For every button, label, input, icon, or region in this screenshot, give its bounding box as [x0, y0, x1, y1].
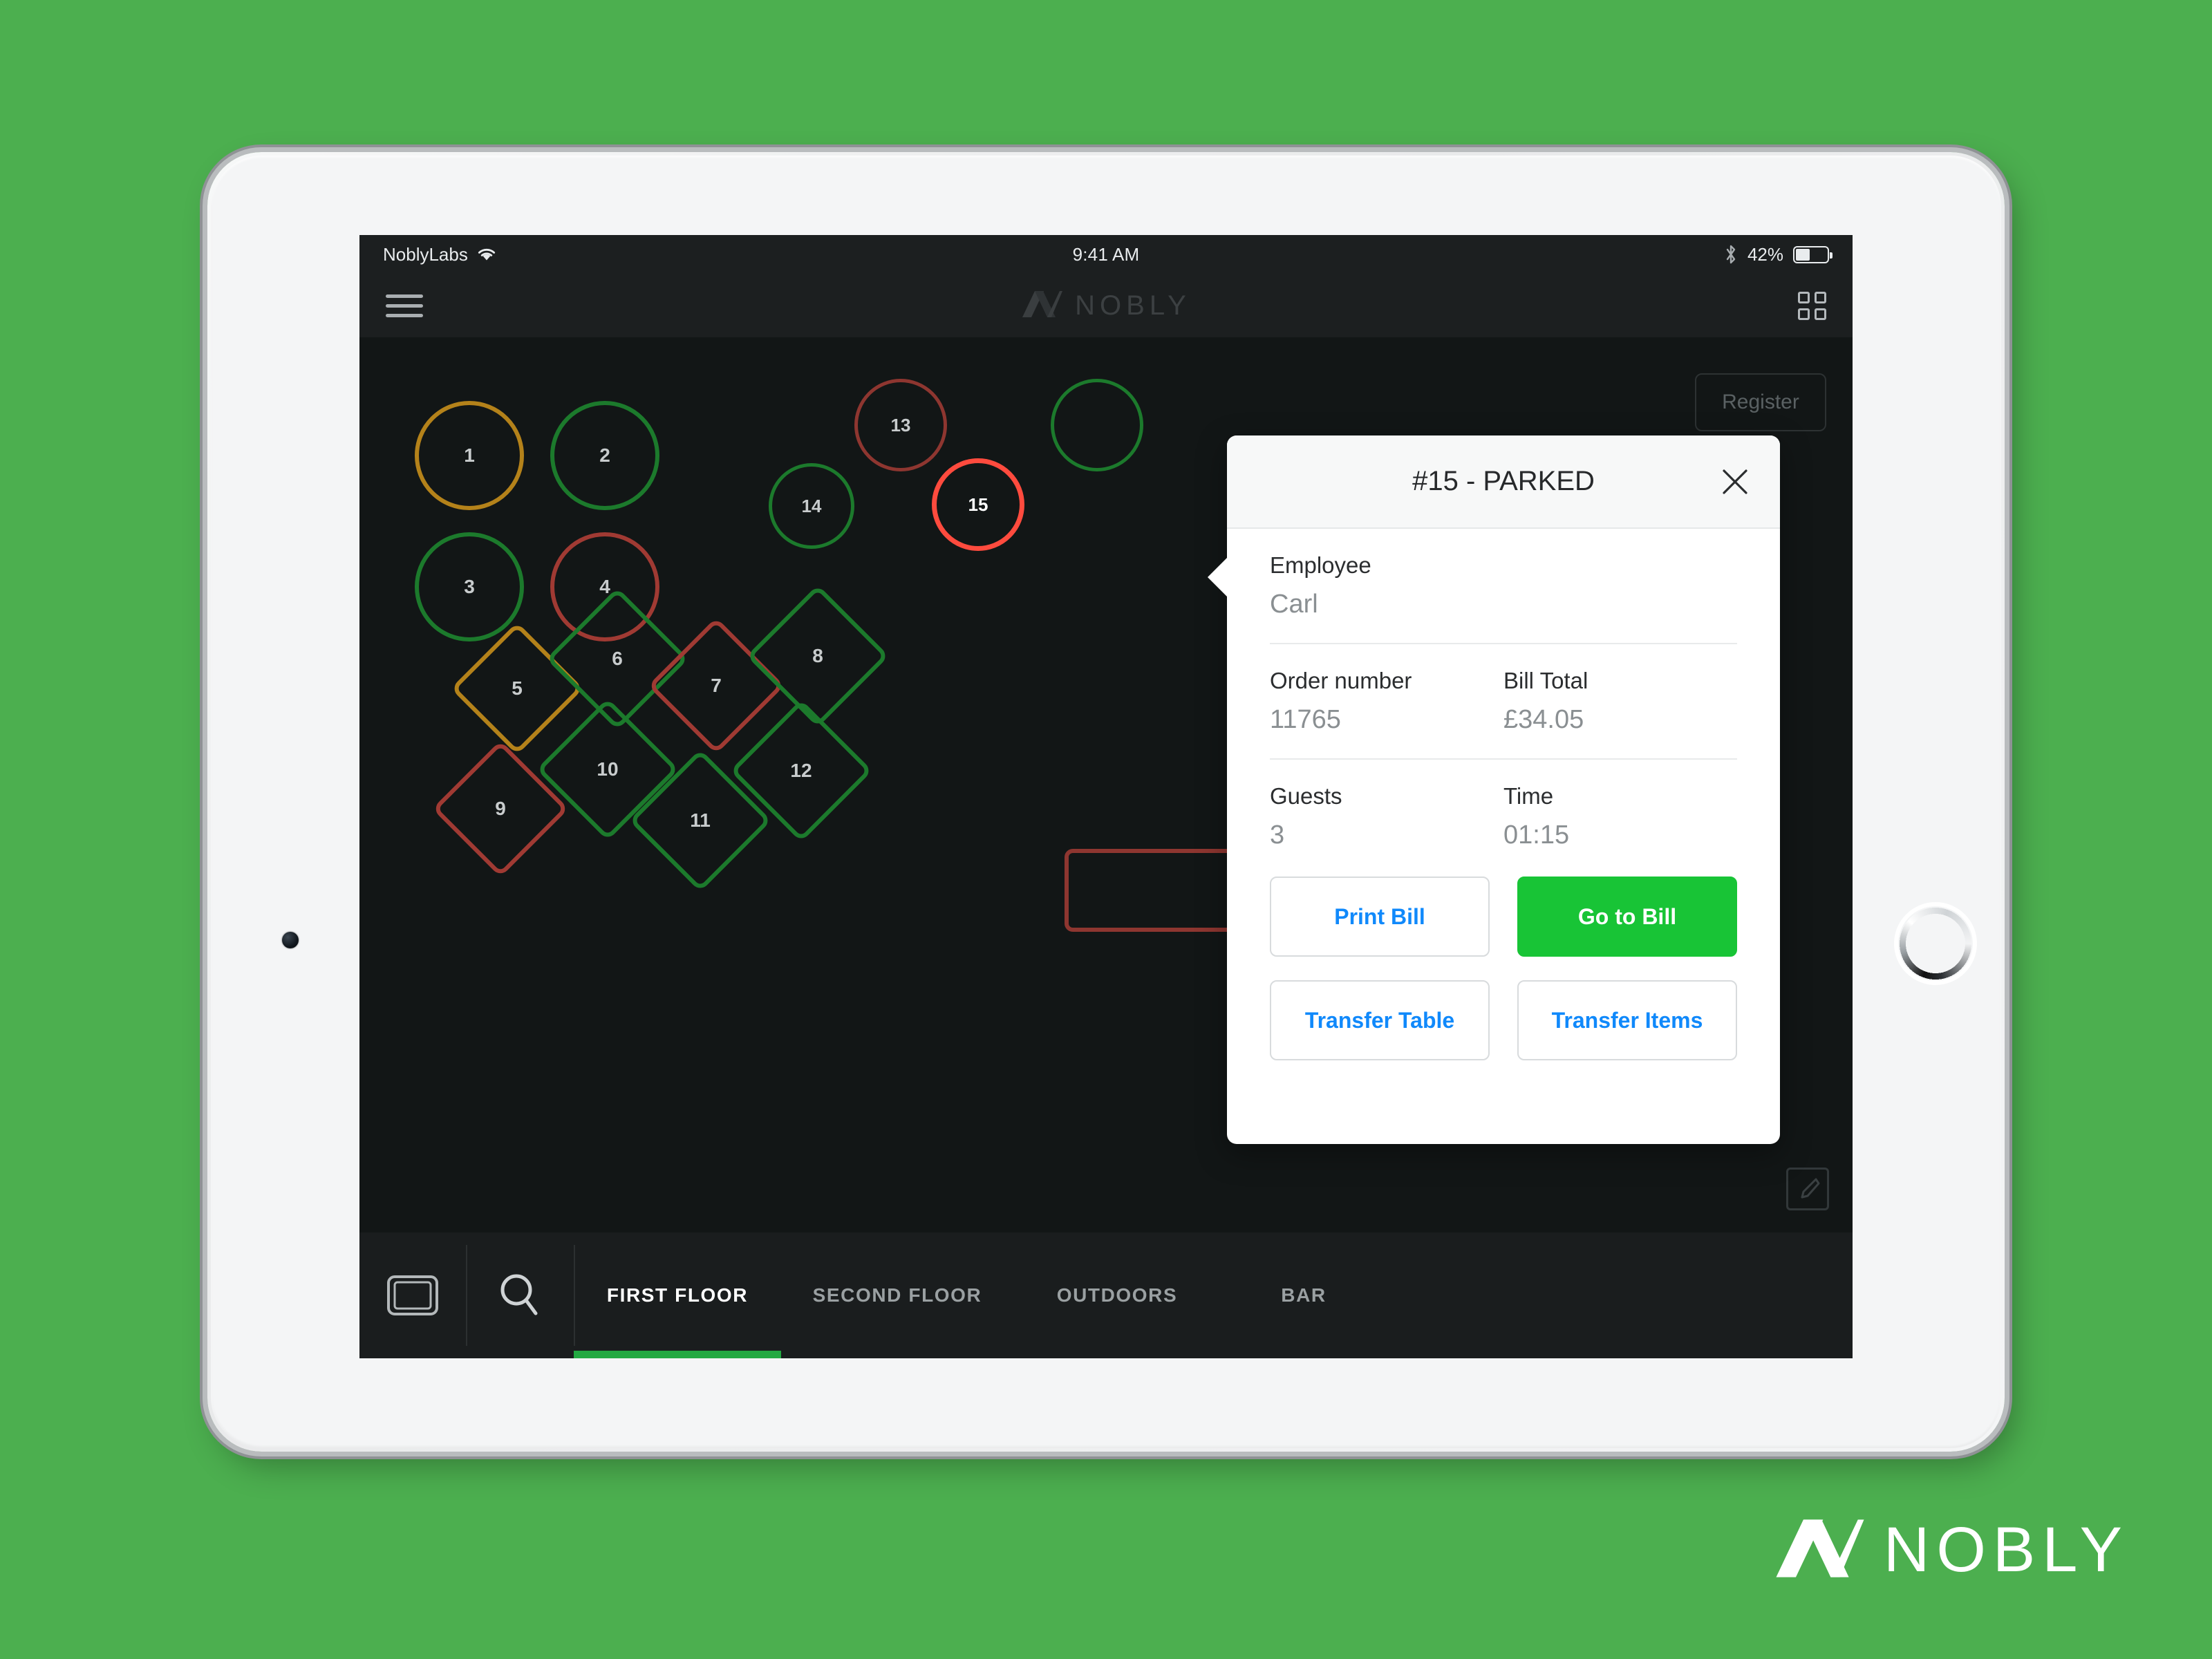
- nobly-mark-icon: [1773, 1517, 1867, 1584]
- table-14[interactable]: 14: [769, 463, 854, 549]
- tab-label: BAR: [1281, 1284, 1327, 1306]
- go-to-bill-button[interactable]: Go to Bill: [1517, 877, 1737, 957]
- bluetooth-icon: [1724, 244, 1738, 265]
- tablet-layout-icon[interactable]: [359, 1232, 466, 1358]
- bill-total-field: Bill Total £34.05: [1503, 668, 1737, 735]
- table-1[interactable]: 1: [415, 401, 524, 510]
- print-bill-button[interactable]: Print Bill: [1270, 877, 1490, 957]
- table-9[interactable]: 9: [432, 740, 569, 877]
- table-15[interactable]: 15: [932, 458, 1024, 551]
- time-value: 01:15: [1503, 821, 1570, 850]
- tab-first-floor[interactable]: FIRST FLOOR: [574, 1232, 781, 1358]
- employee-label: Employee: [1270, 552, 1371, 578]
- status-bar-right: 42%: [1724, 243, 1833, 265]
- table-label: 12: [790, 760, 812, 781]
- table-10[interactable]: 10: [536, 697, 679, 841]
- nobly-brand-footer: NOBLY: [1773, 1514, 2129, 1586]
- tab-label: SECOND FLOOR: [812, 1284, 982, 1306]
- table-11[interactable]: 11: [628, 749, 772, 892]
- table-16[interactable]: [1051, 379, 1143, 471]
- time-field: Time 01:15: [1503, 783, 1737, 850]
- popover-body: Employee Carl Order number 11765 Bill To…: [1227, 529, 1780, 874]
- table-label: 11: [690, 809, 711, 831]
- order-number-field: Order number 11765: [1270, 668, 1503, 735]
- ios-status-bar: NoblyLabs 9:41 AM 42%: [359, 235, 1853, 274]
- popover-actions: Print Bill Go to Bill Transfer Table Tra…: [1227, 874, 1780, 1060]
- time-label: Time: [1503, 783, 1554, 809]
- table-label: 4: [599, 576, 610, 597]
- bottom-tab-bar: FIRST FLOOR SECOND FLOOR OUTDOORS BAR: [359, 1232, 1853, 1358]
- register-button[interactable]: Register: [1695, 373, 1826, 431]
- table-label: 5: [512, 677, 523, 699]
- table-label: 9: [495, 798, 506, 819]
- nobly-brand-text: NOBLY: [1883, 1515, 2129, 1585]
- table-label: 3: [464, 576, 475, 597]
- floor-tabs: FIRST FLOOR SECOND FLOOR OUTDOORS BAR: [574, 1232, 1853, 1358]
- table-label: 8: [812, 645, 823, 666]
- battery-percent-label: 42%: [1747, 243, 1783, 265]
- hamburger-menu-icon[interactable]: [386, 294, 423, 317]
- table-13[interactable]: 13: [854, 379, 947, 471]
- popover-header: #15 - PARKED: [1227, 435, 1780, 529]
- tab-bar-area[interactable]: BAR: [1221, 1232, 1387, 1358]
- guests-label: Guests: [1270, 783, 1342, 809]
- guests-row: Guests 3 Time 01:15: [1270, 760, 1737, 874]
- transfer-table-button[interactable]: Transfer Table: [1270, 980, 1490, 1060]
- active-tab-indicator: [574, 1351, 781, 1358]
- table-2[interactable]: 2: [550, 401, 659, 510]
- bill-total-value: £34.05: [1503, 705, 1584, 734]
- table-label: 6: [612, 648, 623, 669]
- employee-row: Employee Carl: [1270, 529, 1737, 644]
- table-label: 10: [597, 758, 619, 780]
- order-number-value: 11765: [1270, 705, 1341, 734]
- order-row: Order number 11765 Bill Total £34.05: [1270, 644, 1737, 760]
- popover-arrow: [1208, 556, 1228, 598]
- close-x-icon[interactable]: [1719, 466, 1751, 498]
- app-logo-text: NOBLY: [1075, 290, 1191, 321]
- employee-field: Employee Carl: [1270, 552, 1737, 619]
- nobly-mark-icon: [1021, 290, 1064, 322]
- table-17[interactable]: [1065, 849, 1253, 932]
- action-row-primary: Print Bill Go to Bill: [1270, 877, 1737, 957]
- bill-total-label: Bill Total: [1503, 668, 1588, 693]
- status-bar-clock: 9:41 AM: [1072, 243, 1140, 265]
- divider: [466, 1245, 467, 1346]
- table-label: 2: [599, 444, 610, 466]
- table-7[interactable]: 7: [648, 617, 785, 754]
- table-label: 14: [801, 495, 822, 516]
- home-button[interactable]: [1894, 902, 1977, 985]
- front-camera-icon: [282, 932, 299, 948]
- table-label: 13: [890, 414, 911, 435]
- edit-pencil-icon[interactable]: [1786, 1168, 1829, 1210]
- table-label: 1: [464, 444, 475, 466]
- action-row-transfer: Transfer Table Transfer Items: [1270, 980, 1737, 1060]
- tab-outdoors[interactable]: OUTDOORS: [1013, 1232, 1221, 1358]
- page-title: #15 - PARKED: [1412, 466, 1595, 496]
- tab-second-floor[interactable]: SECOND FLOOR: [781, 1232, 1013, 1358]
- app-logo: NOBLY: [359, 274, 1853, 337]
- table-6[interactable]: 6: [545, 587, 689, 731]
- guests-value: 3: [1270, 821, 1285, 850]
- order-number-label: Order number: [1270, 668, 1412, 693]
- app-header: NOBLY: [359, 274, 1853, 337]
- grid-apps-icon[interactable]: [1798, 291, 1826, 320]
- table-3[interactable]: 3: [415, 532, 524, 641]
- table-label: 7: [711, 675, 722, 696]
- table-12[interactable]: 12: [729, 699, 873, 843]
- battery-icon: [1793, 245, 1833, 263]
- table-detail-popover: #15 - PARKED Employee Carl Order number …: [1208, 435, 1780, 1144]
- tab-label: FIRST FLOOR: [606, 1284, 749, 1306]
- search-icon[interactable]: [466, 1232, 574, 1358]
- transfer-items-button[interactable]: Transfer Items: [1517, 980, 1737, 1060]
- table-8[interactable]: 8: [746, 584, 890, 728]
- guests-field: Guests 3: [1270, 783, 1503, 850]
- employee-value: Carl: [1270, 590, 1318, 619]
- table-label: 15: [968, 494, 988, 515]
- tab-label: OUTDOORS: [1056, 1284, 1178, 1306]
